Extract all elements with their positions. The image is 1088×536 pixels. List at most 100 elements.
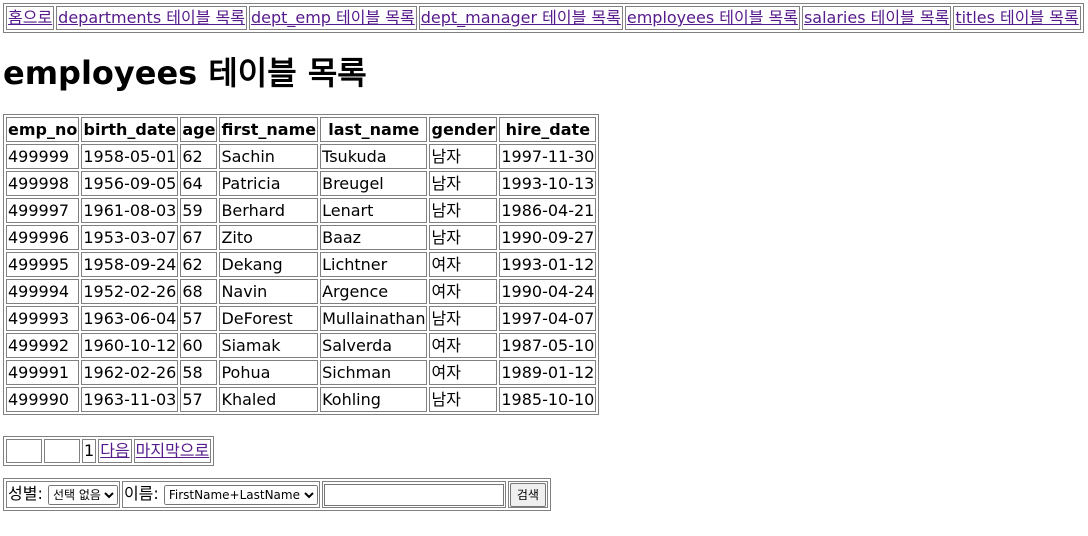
nav-cell: titles 테이블 목록 (953, 6, 1081, 30)
table-cell-birth-date: 1958-09-24 (81, 252, 179, 277)
table-cell-gender: 남자 (429, 225, 498, 250)
search-input[interactable] (323, 483, 504, 506)
nav-cell: employees 테이블 목록 (624, 6, 800, 30)
employees-table: emp_no birth_date age first_name last_name ge… (3, 114, 600, 415)
table-cell-hire-date: 1993-01-12 (499, 252, 597, 277)
table-row: 499995 1958-09-24 62 Dekang Lichtner 여자 1993-0… (6, 252, 597, 277)
table-cell-age: 62 (180, 144, 218, 169)
nav-cell: dept_manager 테이블 목록 (418, 6, 623, 30)
table-cell-first-name: Berhard (219, 198, 319, 223)
table-cell-birth-date: 1952-02-26 (81, 279, 179, 304)
table-cell-age: 68 (180, 279, 218, 304)
table-cell-hire-date: 1990-04-24 (499, 279, 597, 304)
table-cell-hire-date: 1990-09-27 (499, 225, 597, 250)
table-cell-gender: 남자 (429, 306, 498, 331)
table-cell-emp-no: 499997 (6, 198, 80, 223)
table-row: 499992 1960-10-12 60 Siamak Salverda 여자 1987-0… (6, 333, 597, 358)
table-cell-birth-date: 1960-10-12 (81, 333, 179, 358)
table-cell-emp-no: 499999 (6, 144, 80, 169)
table-cell-last-name: Mullainathan (320, 306, 428, 331)
table-cell-emp-no: 499996 (6, 225, 80, 250)
nav-link[interactable]: departments 테이블 목록 (58, 8, 245, 27)
table-cell-last-name: Baaz (320, 225, 428, 250)
table-cell-last-name: Argence (320, 279, 428, 304)
name-filter-cell: 이름: FirstName+LastName (121, 481, 320, 508)
nav-cell: dept_emp 테이블 목록 (248, 6, 417, 30)
table-cell-gender: 여자 (429, 252, 498, 277)
current-page-number: 1 (82, 439, 97, 463)
table-cell-emp-no: 499995 (6, 252, 80, 277)
column-header-last-name: last_name (320, 117, 428, 142)
table-cell-age: 59 (180, 198, 218, 223)
name-field-select[interactable]: FirstName+LastName (163, 485, 318, 506)
table-cell-age: 58 (180, 360, 218, 385)
table-cell-birth-date: 1958-05-01 (81, 144, 179, 169)
table-header-row: emp_no birth_date age first_name last_name ge… (6, 117, 597, 142)
pager-next-cell: 다음 (98, 439, 132, 463)
table-cell-emp-no: 499991 (6, 360, 80, 385)
last-page-link[interactable]: 마지막으로 (136, 441, 210, 460)
page: 홈으로 departments 테이블 목록 dept_emp 테이블 목록 dept… (0, 0, 1088, 511)
table-cell-gender: 남자 (429, 198, 498, 223)
table-row: 499991 1962-02-26 58 Pohua Sichman 여자 1989-01-… (6, 360, 597, 385)
table-cell-hire-date: 1993-10-13 (499, 171, 597, 196)
table-cell-gender: 여자 (429, 360, 498, 385)
table-cell-gender: 여자 (429, 333, 498, 358)
next-page-link[interactable]: 다음 (100, 441, 129, 460)
column-header-first-name: first_name (219, 117, 319, 142)
nav-link[interactable]: dept_emp 테이블 목록 (251, 8, 415, 27)
table-row: 499998 1956-09-05 64 Patricia Breugel 남자 1993-… (6, 171, 597, 196)
column-header-birth-date: birth_date (81, 117, 179, 142)
table-cell-age: 57 (180, 387, 218, 412)
table-cell-age: 67 (180, 225, 218, 250)
table-cell-birth-date: 1963-11-03 (81, 387, 179, 412)
table-cell-birth-date: 1962-02-26 (81, 360, 179, 385)
table-cell-age: 62 (180, 252, 218, 277)
table-cell-age: 57 (180, 306, 218, 331)
table-cell-emp-no: 499990 (6, 387, 80, 412)
search-button[interactable]: 검색 (509, 482, 546, 507)
table-row: 499999 1958-05-01 62 Sachin Tsukuda 남자 1997-11… (6, 144, 597, 169)
pager-empty-cell (44, 439, 80, 463)
search-button-cell: 검색 (507, 481, 548, 508)
table-cell-last-name: Sichman (320, 360, 428, 385)
table-cell-hire-date: 1986-04-21 (499, 198, 597, 223)
table-cell-first-name: Dekang (219, 252, 319, 277)
column-header-gender: gender (429, 117, 498, 142)
table-row: 499997 1961-08-03 59 Berhard Lenart 남자 1986-04… (6, 198, 597, 223)
table-cell-last-name: Lenart (320, 198, 428, 223)
pager-empty-cell (6, 439, 42, 463)
table-cell-first-name: Patricia (219, 171, 319, 196)
table-cell-hire-date: 1997-11-30 (499, 144, 597, 169)
column-header-hire-date: hire_date (499, 117, 597, 142)
page-title: employees 테이블 목록 (3, 54, 367, 92)
table-cell-hire-date: 1985-10-10 (499, 387, 597, 412)
column-header-emp-no: emp_no (6, 117, 80, 142)
table-cell-emp-no: 499994 (6, 279, 80, 304)
table-cell-last-name: Tsukuda (320, 144, 428, 169)
table-cell-gender: 남자 (429, 387, 498, 412)
nav-link[interactable]: salaries 테이블 목록 (804, 8, 949, 27)
nav-link[interactable]: titles 테이블 목록 (955, 8, 1078, 27)
nav-link[interactable]: dept_manager 테이블 목록 (421, 8, 621, 27)
nav-link[interactable]: 홈으로 (8, 8, 52, 27)
table-cell-emp-no: 499998 (6, 171, 80, 196)
table-cell-first-name: Siamak (219, 333, 319, 358)
table-cell-age: 60 (180, 333, 218, 358)
gender-filter-cell: 성별: 선택 없음 (6, 481, 120, 508)
pager-last-cell: 마지막으로 (133, 439, 212, 463)
table-row: 499996 1953-03-07 67 Zito Baaz 남자 1990-09-27 (6, 225, 597, 250)
table-row: 499990 1963-11-03 57 Khaled Kohling 남자 1985-10… (6, 387, 597, 412)
table-cell-hire-date: 1997-04-07 (499, 306, 597, 331)
top-nav: 홈으로 departments 테이블 목록 dept_emp 테이블 목록 dept… (3, 3, 1084, 33)
search-form: 성별: 선택 없음 이름: FirstName+LastName 검색 (3, 478, 551, 511)
nav-cell: salaries 테이블 목록 (801, 6, 952, 30)
table-cell-first-name: Khaled (219, 387, 319, 412)
table-row: 499993 1963-06-04 57 DeForest Mullainathan 남자… (6, 306, 597, 331)
table-row: 499994 1952-02-26 68 Navin Argence 여자 1990-04-… (6, 279, 597, 304)
gender-select[interactable]: 선택 없음 (47, 485, 118, 506)
table-cell-emp-no: 499992 (6, 333, 80, 358)
table-cell-birth-date: 1956-09-05 (81, 171, 179, 196)
nav-link[interactable]: employees 테이블 목록 (627, 8, 798, 27)
table-cell-gender: 여자 (429, 279, 498, 304)
